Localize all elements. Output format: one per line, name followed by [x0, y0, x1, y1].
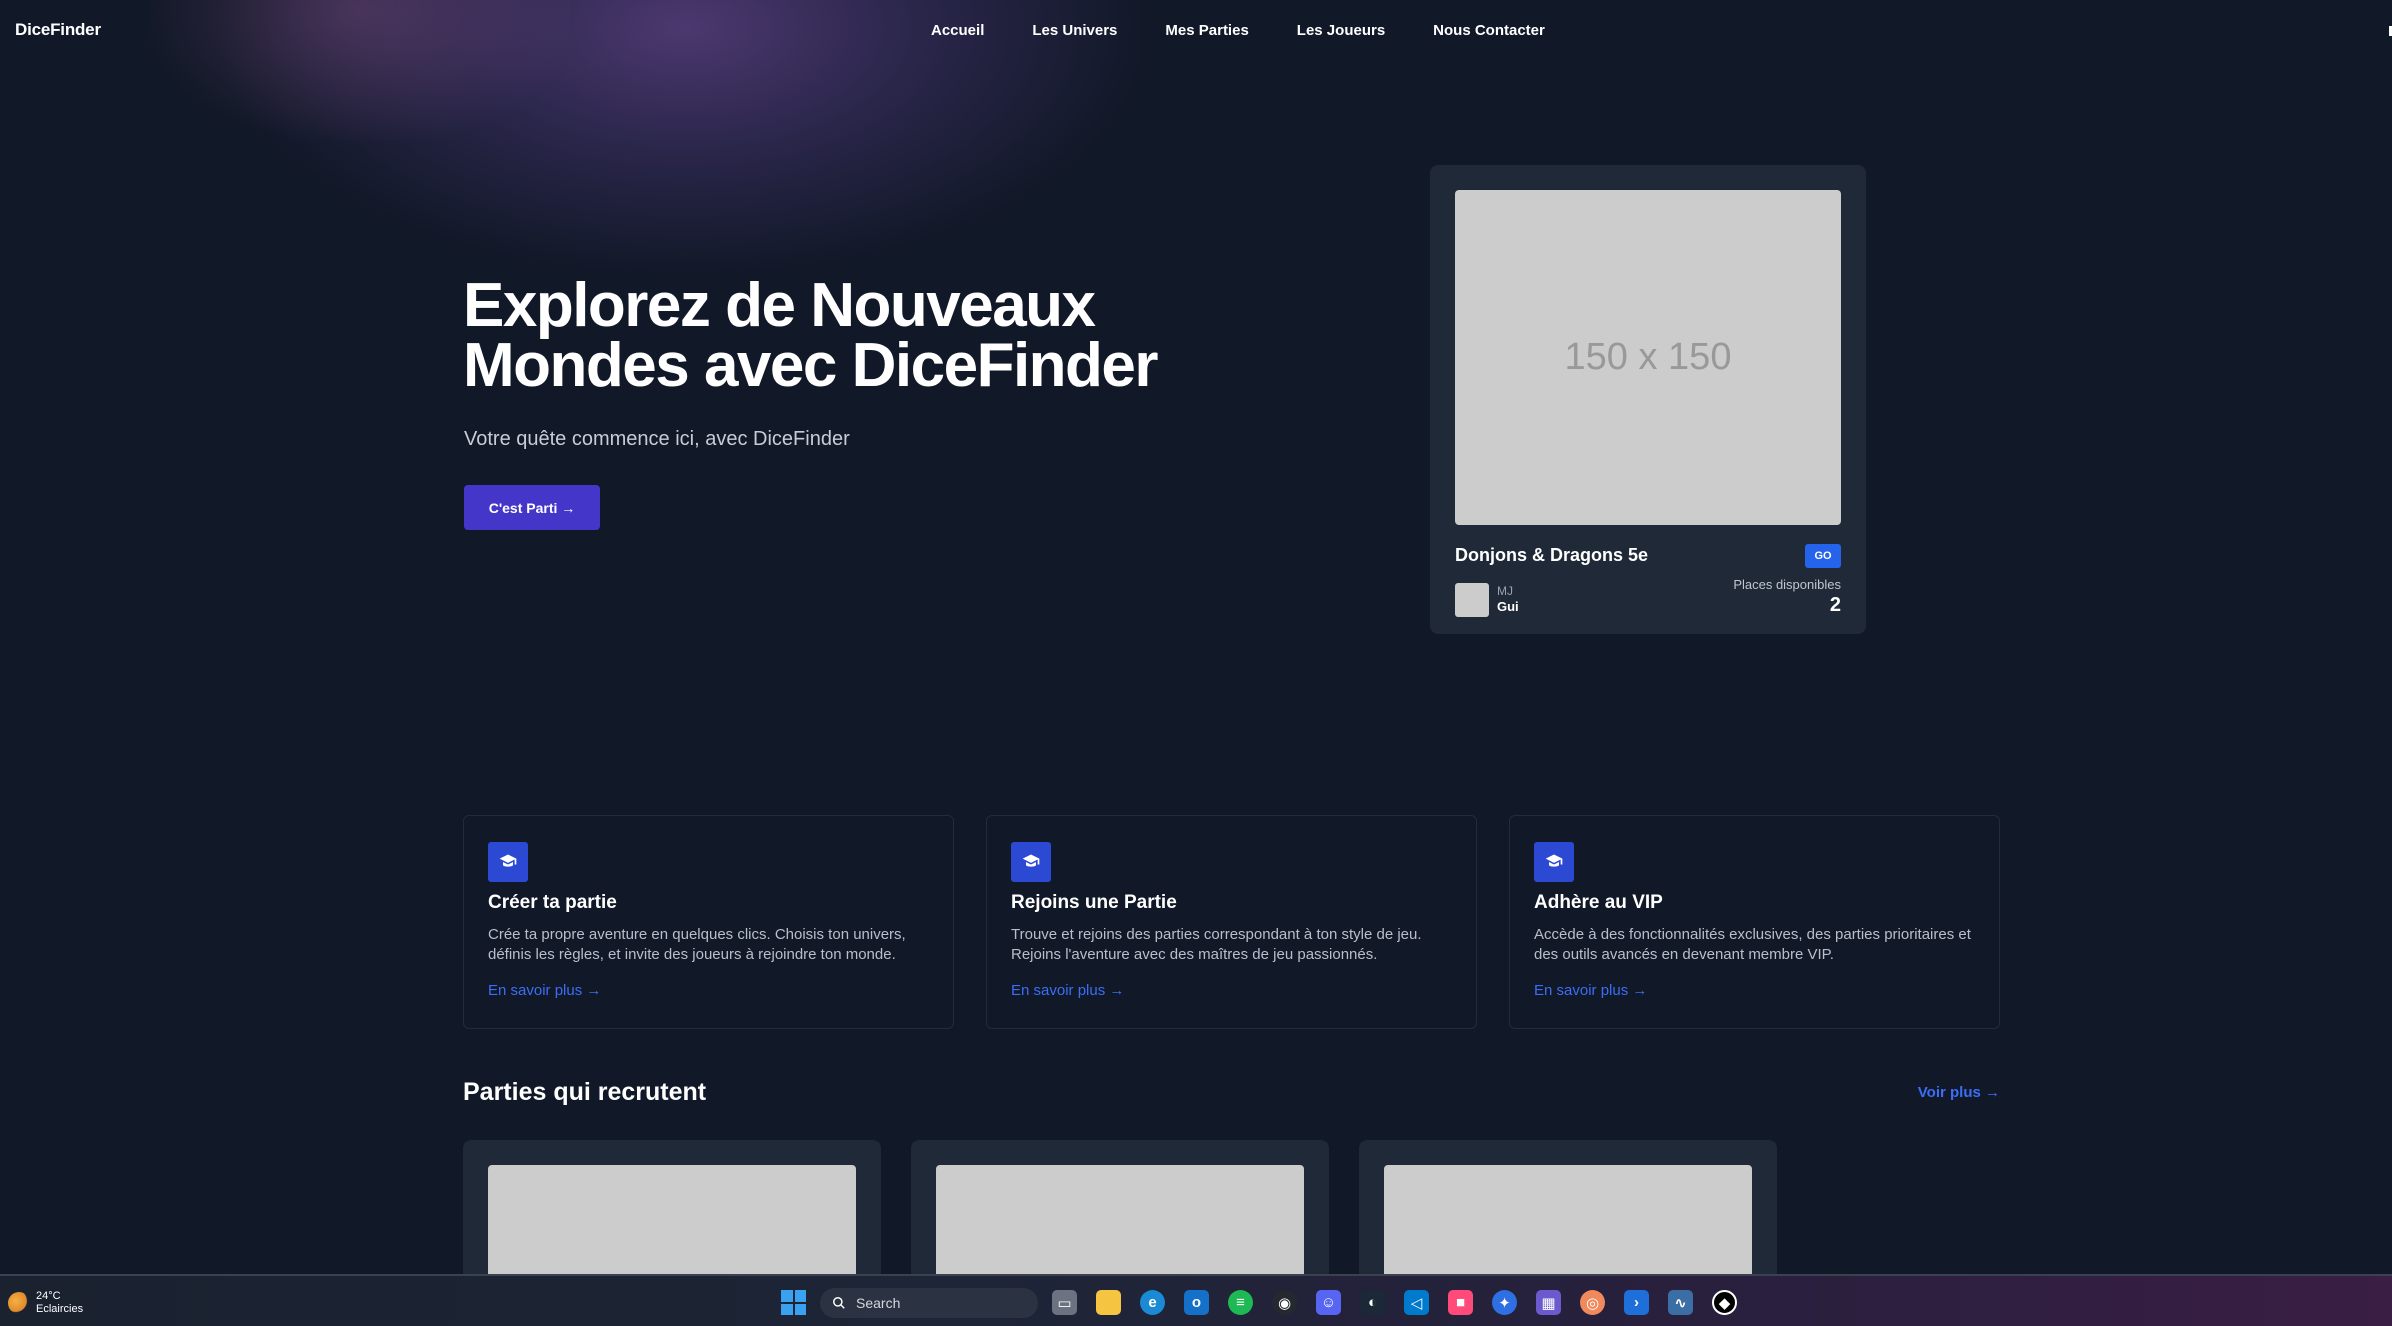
app-icon[interactable]: ◎ — [1580, 1290, 1605, 1315]
jetbrains-icon[interactable]: ■ — [1448, 1290, 1473, 1315]
nav-link-joueurs[interactable]: Les Joueurs — [1297, 22, 1385, 39]
feature-description: Crée ta propre aventure en quelques clic… — [488, 926, 906, 963]
weather-temperature: 24°C — [36, 1290, 61, 1302]
steam-icon[interactable]: ◐ — [1360, 1290, 1385, 1315]
feature-title: Rejoins une Partie — [1011, 892, 1177, 913]
see-more-link[interactable]: Voir plus → — [1918, 1084, 2000, 1101]
sun-cloud-icon — [8, 1292, 30, 1314]
feature-title: Adhère au VIP — [1534, 892, 1663, 913]
recruiting-section-title: Parties qui recrutent — [463, 1078, 707, 1106]
file-explorer-icon[interactable] — [1096, 1290, 1121, 1315]
brand-logo[interactable]: DiceFinder — [15, 20, 101, 40]
taskbar-search[interactable]: Search — [820, 1288, 1038, 1318]
nav-links: Accueil Les Univers Mes Parties Les Joue… — [931, 22, 1545, 39]
hero-title-line2: Mondes avec DiceFinder — [463, 331, 1159, 400]
feature-card-create: Créer ta partie Crée ta propre aventure … — [463, 815, 954, 1029]
graduation-cap-icon — [1011, 842, 1051, 882]
graduation-cap-icon — [488, 842, 528, 882]
task-view-icon[interactable]: ▭ — [1052, 1290, 1077, 1315]
windows-start-icon[interactable] — [781, 1290, 806, 1315]
discord-icon[interactable]: ☺ — [1316, 1290, 1341, 1315]
vscode-icon[interactable]: ◁ — [1404, 1290, 1429, 1315]
game-image-placeholder: 150 x 150 — [1455, 190, 1841, 525]
app-icon[interactable]: ◆ — [1712, 1290, 1737, 1315]
weather-condition: Eclaircies — [36, 1303, 84, 1315]
game-name: Donjons & Dragons 5e — [1455, 545, 1649, 565]
search-icon — [833, 1297, 845, 1309]
hero-title: Explorez de Nouveaux Mondes avec DiceFin… — [463, 275, 1243, 397]
weather-text: 24°C Eclaircies — [36, 1290, 83, 1316]
weather-widget[interactable]: 24°C Eclaircies — [8, 1290, 83, 1316]
spotify-icon[interactable]: ≡ — [1228, 1290, 1253, 1315]
resource-monitor-icon[interactable]: ∿ — [1668, 1290, 1693, 1315]
feature-title: Créer ta partie — [488, 892, 617, 913]
app-icon[interactable]: ✦ — [1492, 1290, 1517, 1315]
outlook-icon[interactable]: o — [1184, 1290, 1209, 1315]
go-button[interactable]: GO — [1805, 544, 1841, 568]
app-icon[interactable]: ▦ — [1536, 1290, 1561, 1315]
graduation-cap-icon — [1534, 842, 1574, 882]
hero-subtitle: Votre quête commence ici, avec DiceFinde… — [464, 428, 850, 450]
hero-title-line1: Explorez de Nouveaux — [463, 271, 1096, 340]
edge-browser-icon[interactable]: e — [1140, 1290, 1165, 1315]
feature-description: Trouve et rejoins des parties correspond… — [1011, 926, 1422, 963]
top-navbar: DiceFinder Accueil Les Univers Mes Parti… — [0, 0, 2392, 62]
feature-card-join: Rejoins une Partie Trouve et rejoins des… — [986, 815, 1477, 1029]
windows-taskbar: 24°C Eclaircies Search ▭ e o ≡ ◉ ☺ ◐ ◁ ■… — [0, 1274, 2392, 1326]
nav-link-accueil[interactable]: Accueil — [931, 22, 984, 39]
feature-card-vip: Adhère au VIP Accède à des fonctionnalit… — [1509, 815, 2000, 1029]
mj-avatar — [1455, 583, 1489, 617]
github-icon[interactable]: ◉ — [1272, 1290, 1297, 1315]
nav-link-univers[interactable]: Les Univers — [1032, 22, 1117, 39]
nav-link-contact[interactable]: Nous Contacter — [1433, 22, 1545, 39]
places-label: Places disponibles — [1733, 577, 1841, 592]
feature-learn-more-link[interactable]: En savoir plus → — [1534, 982, 1647, 999]
featured-game-card[interactable]: 150 x 150 Donjons & Dragons 5e GO MJ Gui… — [1430, 165, 1866, 634]
search-placeholder: Search — [856, 1295, 901, 1311]
nav-link-mes-parties[interactable]: Mes Parties — [1165, 22, 1248, 39]
mj-name: Gui — [1497, 599, 1519, 614]
feature-learn-more-link[interactable]: En savoir plus → — [488, 982, 601, 999]
feature-description: Accède à des fonctionnalités exclusives,… — [1534, 926, 1971, 963]
powershell-icon[interactable]: › — [1624, 1290, 1649, 1315]
feature-learn-more-link[interactable]: En savoir plus → — [1011, 982, 1124, 999]
taskbar-app-icons: ▭ e o ≡ ◉ ☺ ◐ ◁ ■ ✦ ▦ ◎ › ∿ ◆ — [1052, 1290, 1737, 1315]
cta-button[interactable]: C'est Parti → — [464, 485, 600, 530]
mj-label: MJ — [1497, 584, 1513, 598]
places-count: 2 — [1829, 594, 1841, 616]
